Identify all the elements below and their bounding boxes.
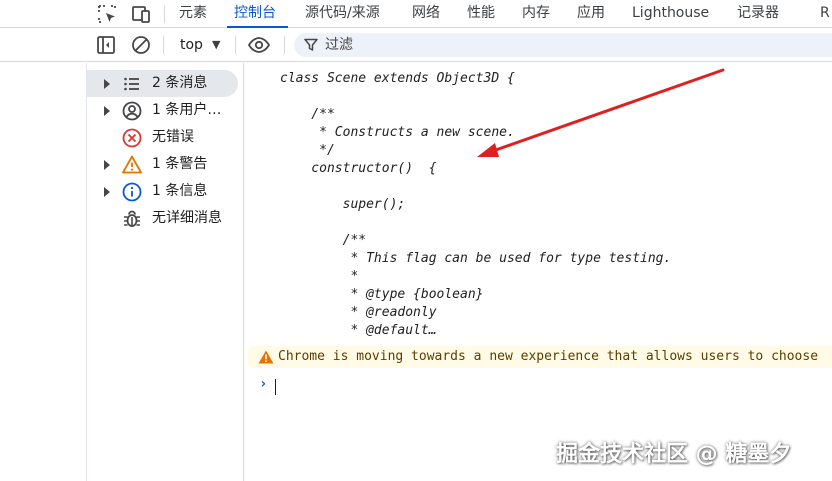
toolbar-divider [284, 36, 285, 54]
warning-icon [258, 350, 274, 364]
sidebar-item-messages[interactable]: 2 条消息 [87, 70, 238, 97]
filter-input[interactable]: 过滤 [294, 33, 832, 57]
watermark: 掘金技术社区 @ 糖墨夕 [556, 442, 792, 467]
eye-icon[interactable] [247, 34, 271, 56]
sidebar-item-info[interactable]: 1 条信息 [87, 178, 244, 205]
sidebar-item-label: 1 条用户… [152, 102, 222, 118]
tab-memory[interactable]: 内存 [522, 0, 550, 28]
sidebar-toggle-icon[interactable] [95, 34, 117, 56]
error-icon [121, 127, 143, 149]
user-icon [121, 100, 143, 122]
toolbar-divider [235, 36, 236, 54]
code-line: * [280, 269, 359, 284]
list-icon [121, 73, 143, 95]
tab-console[interactable]: 控制台 [234, 0, 276, 28]
code-line: * Constructs a new scene. [280, 125, 515, 140]
sidebar-item-errors[interactable]: 无错误 [87, 124, 244, 151]
expand-arrow-icon[interactable] [104, 79, 110, 89]
code-line: /** [280, 233, 367, 248]
context-selector[interactable]: top ▼ [172, 34, 224, 56]
code-line: super(); [280, 197, 406, 212]
clear-console-icon[interactable] [130, 34, 152, 56]
code-line: * @readonly [280, 305, 437, 320]
tab-application[interactable]: 应用 [577, 0, 605, 28]
console-prompt-icon: › [259, 376, 268, 392]
info-icon [121, 181, 143, 203]
code-line: * @type {boolean} [280, 287, 484, 302]
inspect-element-icon[interactable] [96, 3, 118, 25]
code-line: * This flag can be used for type testing… [280, 251, 672, 266]
sidebar-item-label: 无详细消息 [152, 210, 222, 226]
toolbar-divider [163, 36, 164, 54]
sidebar-item-label: 1 条信息 [152, 183, 208, 199]
code-line: * @default… [280, 323, 437, 338]
sidebar-item-label: 1 条警告 [152, 156, 208, 172]
expand-arrow-icon[interactable] [104, 187, 110, 197]
device-toolbar-icon[interactable] [130, 3, 152, 25]
caret-down-icon: ▼ [212, 38, 221, 51]
bug-icon [121, 208, 143, 230]
sidebar-item-label: 2 条消息 [152, 75, 208, 91]
tab-elements[interactable]: 元素 [179, 0, 207, 28]
console-input-caret[interactable] [275, 379, 276, 395]
tab-network[interactable]: 网络 [412, 0, 440, 28]
context-label: top [180, 37, 203, 53]
code-line: /** [280, 107, 335, 122]
code-line: constructor() { [280, 161, 437, 176]
code-line: class Scene extends Object3D { [280, 71, 515, 86]
tab-performance[interactable]: 性能 [467, 0, 495, 28]
tabbar-divider [164, 5, 165, 23]
devtools-tab-bar: 元素 控制台 源代码/来源 网络 性能 内存 应用 Lighthouse 记录器… [0, 0, 832, 28]
tab-overflow[interactable]: R [820, 0, 830, 28]
sidebar-item-label: 无错误 [152, 129, 194, 145]
expand-arrow-icon[interactable] [104, 160, 110, 170]
code-line: */ [280, 143, 335, 158]
tab-lighthouse[interactable]: Lighthouse [632, 0, 709, 28]
console-sidebar: 2 条消息 1 条用户… 无错误 1 条警告 1 条信息 无详细消息 [86, 63, 244, 481]
warning-text: Chrome is moving towards a new experienc… [278, 349, 819, 364]
filter-placeholder: 过滤 [325, 37, 353, 53]
tab-recorder[interactable]: 记录器 [737, 0, 779, 28]
filter-icon [304, 38, 318, 51]
sidebar-item-warnings[interactable]: 1 条警告 [87, 151, 244, 178]
console-warning-message[interactable]: Chrome is moving towards a new experienc… [248, 346, 832, 368]
warning-icon [121, 154, 143, 176]
tab-sources[interactable]: 源代码/来源 [305, 0, 380, 28]
console-output[interactable]: class Scene extends Object3D { /** * Con… [245, 63, 832, 481]
sidebar-item-user-messages[interactable]: 1 条用户… [87, 97, 244, 124]
sidebar-item-verbose[interactable]: 无详细消息 [87, 205, 244, 232]
expand-arrow-icon[interactable] [104, 106, 110, 116]
console-toolbar: top ▼ 过滤 [0, 28, 832, 62]
